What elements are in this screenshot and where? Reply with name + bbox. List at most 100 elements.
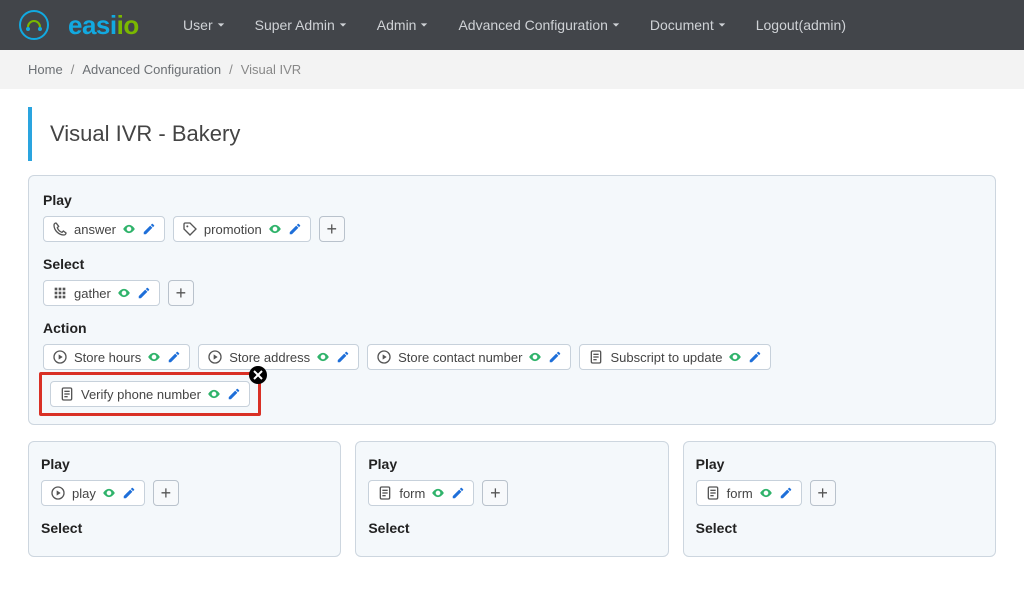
eye-icon[interactable] [528, 350, 542, 364]
eye-icon[interactable] [122, 222, 136, 236]
add-play-button[interactable]: + [153, 480, 179, 506]
section-play-title: Play [696, 456, 983, 472]
section-select-title: Select [41, 520, 328, 536]
nav-document-label: Document [650, 17, 714, 33]
section-play-title: Play [43, 192, 981, 208]
section-action-title: Action [43, 320, 981, 336]
select-item-label: gather [74, 286, 111, 301]
keypad-icon [52, 285, 68, 301]
add-play-button[interactable]: + [482, 480, 508, 506]
edit-icon[interactable] [451, 486, 465, 500]
branch3-form-label: form [727, 486, 753, 501]
nav-superadmin-label: Super Admin [255, 17, 335, 33]
branch-panel-3: Play form + Select [683, 441, 996, 557]
add-play-button[interactable]: + [810, 480, 836, 506]
eye-icon[interactable] [316, 350, 330, 364]
branch1-play-item[interactable]: play [41, 480, 145, 506]
edit-icon[interactable] [167, 350, 181, 364]
nav-advconf-label: Advanced Configuration [458, 17, 607, 33]
breadcrumb-advconf[interactable]: Advanced Configuration [82, 62, 221, 77]
action-item-label: Verify phone number [81, 387, 201, 402]
section-play-title: Play [41, 456, 328, 472]
eye-icon[interactable] [117, 286, 131, 300]
eye-icon[interactable] [207, 387, 221, 401]
eye-icon[interactable] [431, 486, 445, 500]
chevron-down-icon [612, 21, 620, 29]
action-item-store-address[interactable]: Store address [198, 344, 359, 370]
nav-superadmin[interactable]: Super Admin [255, 17, 347, 33]
chevron-down-icon [718, 21, 726, 29]
edit-icon[interactable] [122, 486, 136, 500]
edit-icon[interactable] [748, 350, 762, 364]
branch3-form-item[interactable]: form [696, 480, 802, 506]
breadcrumb-current: Visual IVR [241, 62, 301, 77]
nav-user-label: User [183, 17, 213, 33]
play-item-answer[interactable]: answer [43, 216, 165, 242]
add-select-button[interactable]: + [168, 280, 194, 306]
chevron-down-icon [217, 21, 225, 29]
action-item-store-hours[interactable]: Store hours [43, 344, 190, 370]
play-item-promotion[interactable]: promotion [173, 216, 311, 242]
play-circle-icon [376, 349, 392, 365]
action-item-store-contact[interactable]: Store contact number [367, 344, 571, 370]
action-item-label: Subscript to update [610, 350, 722, 365]
nav-document[interactable]: Document [650, 17, 726, 33]
add-play-button[interactable]: + [319, 216, 345, 242]
select-item-gather[interactable]: gather [43, 280, 160, 306]
eye-icon[interactable] [728, 350, 742, 364]
form-icon [377, 485, 393, 501]
edit-icon[interactable] [548, 350, 562, 364]
highlight-verify-phone: Verify phone number [39, 372, 261, 416]
section-select-title: Select [696, 520, 983, 536]
nav-user[interactable]: User [183, 17, 225, 33]
section-select-title: Select [43, 256, 981, 272]
nav-admin-label: Admin [377, 17, 417, 33]
section-play-title: Play [368, 456, 655, 472]
branch-panel-2: Play form + Select [355, 441, 668, 557]
edit-icon[interactable] [227, 387, 241, 401]
chevron-down-icon [420, 21, 428, 29]
eye-icon[interactable] [102, 486, 116, 500]
action-item-label: Store contact number [398, 350, 522, 365]
edit-icon[interactable] [288, 222, 302, 236]
close-badge[interactable] [249, 366, 267, 384]
nav-admin[interactable]: Admin [377, 17, 429, 33]
action-item-verify-phone[interactable]: Verify phone number [50, 381, 250, 407]
panel-main: Play answer promotion + Select [28, 175, 996, 425]
brand-logo: easiio [68, 10, 139, 41]
breadcrumb-sep: / [71, 62, 75, 77]
play-item-label: promotion [204, 222, 262, 237]
branch2-form-item[interactable]: form [368, 480, 474, 506]
section-select-title: Select [368, 520, 655, 536]
eye-icon[interactable] [147, 350, 161, 364]
close-icon [253, 370, 263, 380]
nav-advconf[interactable]: Advanced Configuration [458, 17, 619, 33]
page-title: Visual IVR - Bakery [28, 107, 996, 161]
top-nav: easiio User Super Admin Admin Advanced C… [0, 0, 1024, 50]
branch2-form-label: form [399, 486, 425, 501]
phone-icon [52, 221, 68, 237]
action-item-label: Store address [229, 350, 310, 365]
edit-icon[interactable] [779, 486, 793, 500]
play-circle-icon [52, 349, 68, 365]
breadcrumb-home[interactable]: Home [28, 62, 63, 77]
edit-icon[interactable] [137, 286, 151, 300]
nav-logout-label: Logout(admin) [756, 17, 846, 33]
form-icon [588, 349, 604, 365]
form-icon [59, 386, 75, 402]
eye-icon[interactable] [759, 486, 773, 500]
eye-icon[interactable] [268, 222, 282, 236]
brand-icon [18, 9, 50, 41]
brand-io: io [117, 10, 139, 40]
play-circle-icon [50, 485, 66, 501]
form-icon [705, 485, 721, 501]
action-item-label: Store hours [74, 350, 141, 365]
tag-icon [182, 221, 198, 237]
edit-icon[interactable] [336, 350, 350, 364]
branch1-play-label: play [72, 486, 96, 501]
edit-icon[interactable] [142, 222, 156, 236]
action-item-subscript[interactable]: Subscript to update [579, 344, 771, 370]
breadcrumb: Home / Advanced Configuration / Visual I… [0, 50, 1024, 89]
play-circle-icon [207, 349, 223, 365]
nav-logout[interactable]: Logout(admin) [756, 17, 846, 33]
